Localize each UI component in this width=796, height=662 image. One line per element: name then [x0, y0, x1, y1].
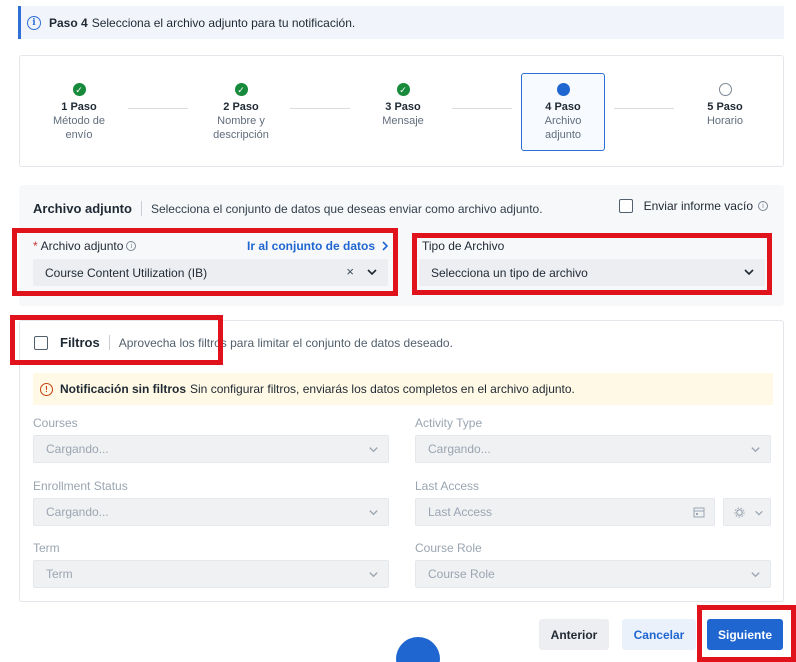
- step-subtitle: Mensaje: [382, 115, 424, 127]
- step-2[interactable]: ✓ 2 Paso Nombre y descripción: [199, 74, 283, 142]
- step-connector: [614, 108, 674, 109]
- pending-step-icon: [718, 83, 732, 96]
- gear-icon: [734, 506, 745, 518]
- step-subtitle: Archivo adjunto: [544, 115, 582, 141]
- current-step-icon: [556, 83, 570, 96]
- empty-report-checkbox[interactable]: [618, 199, 633, 213]
- date-options-menu[interactable]: [723, 498, 771, 526]
- warning-title: Notificación sin filtros: [60, 382, 187, 396]
- course-role-label: Course Role: [415, 541, 482, 555]
- check-icon: ✓: [72, 83, 86, 96]
- check-icon: ✓: [396, 83, 410, 96]
- chevron-down-icon: [369, 447, 378, 453]
- step-connector: [452, 108, 512, 109]
- courses-label: Courses: [33, 416, 78, 430]
- step-subtitle: Nombre y descripción: [213, 115, 269, 141]
- course-role-select-value: Course Role: [428, 567, 495, 581]
- chevron-down-icon: [751, 447, 760, 453]
- attachment-title: Archivo adjunto: [33, 201, 142, 216]
- no-filters-warning: ! Notificación sin filtros Sin configura…: [33, 373, 773, 405]
- step-subtitle: Horario: [706, 115, 744, 127]
- previous-button[interactable]: Anterior: [539, 619, 609, 650]
- banner-text: Selecciona el archivo adjunto para tu no…: [91, 15, 356, 30]
- activity-type-label: Activity Type: [415, 416, 483, 430]
- highlight-filetype-box: [412, 233, 772, 295]
- courses-select-value: Cargando...: [46, 442, 109, 456]
- check-icon: ✓: [234, 83, 248, 96]
- activity-type-select-value: Cargando...: [428, 442, 491, 456]
- step-4[interactable]: 4 Paso Archivo adjunto: [521, 73, 605, 151]
- wizard-stepper: ✓ 1 Paso Método de envío ✓ 2 Paso Nombre…: [19, 55, 784, 167]
- chevron-down-icon: [369, 510, 378, 516]
- calendar-icon[interactable]: [693, 506, 705, 518]
- step-info-banner: i Paso 4 Selecciona el archivo adjunto p…: [18, 6, 784, 39]
- banner-step: Paso 4: [49, 15, 88, 30]
- term-select-value: Term: [46, 567, 73, 581]
- step-1[interactable]: ✓ 1 Paso Método de envío: [37, 74, 121, 142]
- cancel-button[interactable]: Cancelar: [622, 619, 696, 650]
- last-access-label: Last Access: [415, 479, 480, 493]
- step-3[interactable]: ✓ 3 Paso Mensaje: [361, 74, 445, 128]
- term-select[interactable]: Term: [33, 560, 389, 588]
- enrollment-status-select-value: Cargando...: [46, 505, 109, 519]
- info-icon[interactable]: i: [758, 201, 768, 211]
- chevron-down-icon: [755, 510, 763, 516]
- courses-select[interactable]: Cargando...: [33, 435, 389, 463]
- course-role-select[interactable]: Course Role: [415, 560, 771, 588]
- enrollment-status-select[interactable]: Cargando...: [33, 498, 389, 526]
- last-access-input[interactable]: Last Access: [415, 498, 715, 526]
- enrollment-status-label: Enrollment Status: [33, 479, 128, 493]
- step-title: 4 Paso: [545, 101, 581, 113]
- chevron-down-icon: [751, 572, 760, 578]
- info-icon: i: [27, 15, 41, 30]
- step-title: 3 Paso: [385, 101, 421, 113]
- activity-type-select[interactable]: Cargando...: [415, 435, 771, 463]
- highlight-dataset-box: [12, 228, 398, 296]
- attachment-header: Archivo adjunto Selecciona el conjunto d…: [33, 201, 543, 216]
- chevron-down-icon: [369, 572, 378, 578]
- attachment-description: Selecciona el conjunto de datos que dese…: [150, 201, 543, 216]
- step-subtitle: Método de envío: [53, 115, 105, 141]
- step-title: 1 Paso: [61, 101, 97, 113]
- step-5[interactable]: 5 Paso Horario: [683, 74, 767, 128]
- term-label: Term: [33, 541, 60, 555]
- highlight-filters-box: [10, 315, 223, 365]
- next-button[interactable]: Siguiente: [707, 619, 783, 650]
- warning-text: Sin configurar filtros, enviarás los dat…: [190, 382, 575, 396]
- empty-report-label: Enviar informe vacío: [643, 199, 753, 213]
- step-connector: [128, 108, 188, 109]
- help-fab-button[interactable]: [396, 637, 440, 662]
- step-title: 5 Paso: [707, 101, 743, 113]
- last-access-placeholder: Last Access: [428, 505, 493, 519]
- warning-icon: !: [40, 382, 53, 396]
- step-title: 2 Paso: [223, 101, 259, 113]
- step-connector: [290, 108, 350, 109]
- empty-report-option[interactable]: Enviar informe vacío i: [618, 199, 768, 213]
